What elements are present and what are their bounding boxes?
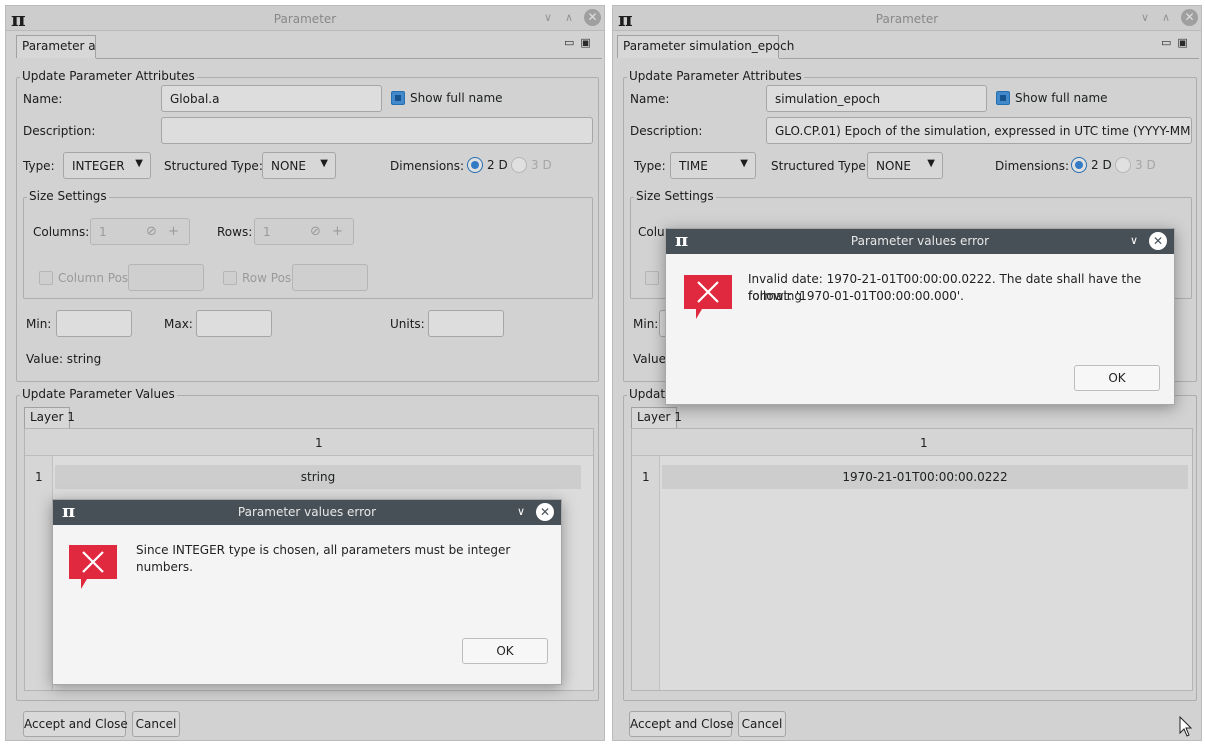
error-dialog: π Parameter values error ∨ ✕ Since INTEG… xyxy=(52,499,562,685)
dialog-message-line-2: format: '1970-01-01T00:00:00.000'. xyxy=(748,289,964,303)
error-icon xyxy=(69,545,117,589)
mouse-cursor-icon xyxy=(1179,716,1193,737)
right-parameter-window: π Parameter ∨ ∧ ✕ Parameter simulation_e… xyxy=(612,5,1202,741)
close-icon[interactable]: ✕ xyxy=(536,503,554,521)
ok-button[interactable]: OK xyxy=(1074,365,1160,391)
error-icon xyxy=(684,275,732,319)
dialog-titlebar[interactable]: π Parameter values error ∨ ✕ xyxy=(53,500,561,525)
dialog-message: Since INTEGER type is chosen, all parame… xyxy=(136,543,511,574)
dialog-titlebar[interactable]: π Parameter values error ∨ ✕ xyxy=(666,229,1174,254)
chevron-down-icon[interactable]: ∨ xyxy=(1130,234,1138,247)
dialog-title: Parameter values error xyxy=(850,234,990,248)
error-dialog: π Parameter values error ∨ ✕ Invalid dat… xyxy=(665,228,1175,405)
ok-button[interactable]: OK xyxy=(462,638,548,664)
dialog-title: Parameter values error xyxy=(237,505,377,519)
close-icon[interactable]: ✕ xyxy=(1149,232,1167,250)
chevron-down-icon[interactable]: ∨ xyxy=(517,505,525,518)
left-parameter-window: π Parameter ∨ ∧ ✕ Parameter a ▭▣ Update … xyxy=(5,5,605,741)
